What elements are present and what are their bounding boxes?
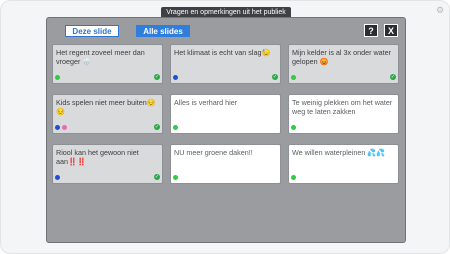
author-dot-icon [62,125,67,130]
author-dot-icon [55,125,60,130]
author-dots [173,125,178,130]
question-text: Alles is verhard hier [174,98,238,107]
tab-all-slides[interactable]: Alle slides [136,25,190,37]
author-dots [55,75,60,80]
check-icon[interactable]: ✓ [272,74,278,80]
author-dot-icon [291,75,296,80]
author-dot-icon [291,175,296,180]
questions-panel: Deze slide Alle slides ? X Het regent zo… [46,17,406,243]
question-card[interactable]: Mijn kelder is al 3x onder water gelopen… [288,44,399,84]
question-text: We willen waterpleinen 💦💦 [292,148,386,157]
question-text: Het klimaat is echt van slag😓 [174,48,271,57]
author-dots [173,75,178,80]
author-dot-icon [173,125,178,130]
author-dots [291,75,296,80]
check-icon[interactable]: ✓ [390,74,396,80]
question-text: Mijn kelder is al 3x onder water gelopen… [292,48,392,66]
author-dot-icon [55,75,60,80]
question-card[interactable]: Riool kan het gewoon niet aan‼️‼️ ✓ [52,144,163,184]
cards-grid: Het regent zoveel meer dan vroeger 🌧️ ✓ He… [52,44,402,184]
settings-icon[interactable]: ⚙ [435,5,445,15]
question-card[interactable]: We willen waterpleinen 💦💦 [288,144,399,184]
question-text: Riool kan het gewoon niet aan‼️‼️ [56,148,139,166]
help-button[interactable]: ? [364,24,378,37]
question-card[interactable]: Te weinig plekken om het water weg te la… [288,94,399,134]
question-card[interactable]: Alles is verhard hier [170,94,281,134]
question-text: NU meer groene daken!! [174,148,253,157]
author-dots [291,175,296,180]
author-dot-icon [173,175,178,180]
close-button[interactable]: X [384,24,398,37]
question-text: Te weinig plekken om het water weg te la… [292,98,393,116]
question-card[interactable]: Het regent zoveel meer dan vroeger 🌧️ ✓ [52,44,163,84]
check-icon[interactable]: ✓ [154,74,160,80]
author-dot-icon [55,175,60,180]
question-text: Kids spelen niet meer buiten😔😔 [56,98,156,116]
author-dots [173,175,178,180]
author-dots [55,125,67,130]
app-frame: ⚙ Vragen en opmerkingen uit het publiek … [0,0,450,254]
author-dot-icon [291,125,296,130]
tab-this-slide[interactable]: Deze slide [65,25,119,37]
author-dot-icon [173,75,178,80]
question-text: Het regent zoveel meer dan vroeger 🌧️ [56,48,145,66]
question-card[interactable]: Kids spelen niet meer buiten😔😔 ✓ [52,94,163,134]
question-card[interactable]: NU meer groene daken!! [170,144,281,184]
question-card[interactable]: Het klimaat is echt van slag😓 ✓ [170,44,281,84]
author-dots [55,175,60,180]
check-icon[interactable]: ✓ [154,174,160,180]
check-icon[interactable]: ✓ [154,124,160,130]
author-dots [291,125,296,130]
